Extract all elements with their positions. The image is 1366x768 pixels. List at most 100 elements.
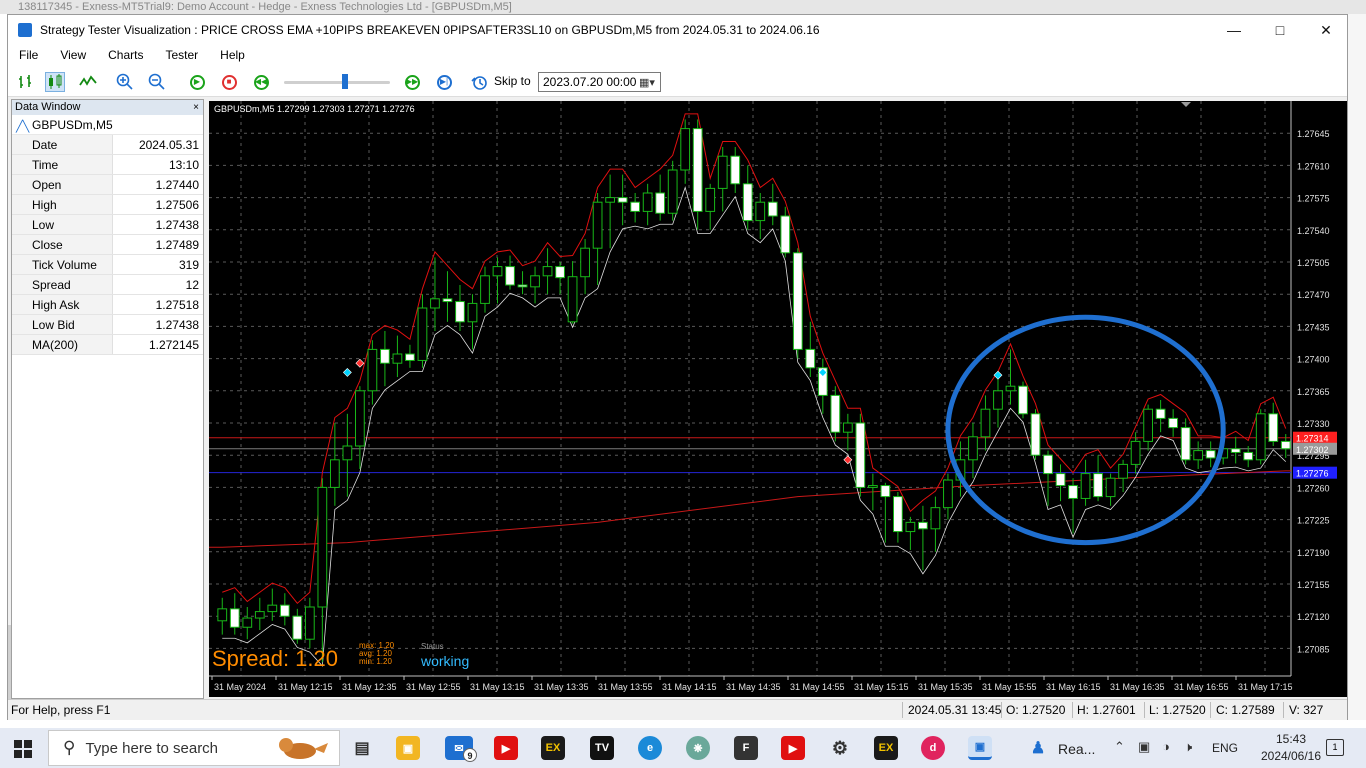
youtube-second-button[interactable]: ▶ <box>781 736 805 760</box>
slow-down-button[interactable]: ◀◀ <box>251 72 271 92</box>
x-axis-tick-label: 31 May 16:15 <box>1046 682 1101 692</box>
settings-button[interactable]: ⚙ <box>828 736 852 760</box>
candle-body <box>630 201 641 212</box>
candle-body <box>217 608 228 622</box>
y-axis-tick-label: 1.27435 <box>1297 322 1330 332</box>
chart-canvas[interactable]: 1.27645 1.27610 1.27575 1.27540 1.27505 1.274… <box>209 101 1347 697</box>
tray-volume-icon[interactable]: 🕨 <box>1184 739 1192 755</box>
x-axis-tick-label: 31 May 15:55 <box>982 682 1037 692</box>
y-axis-tick-label: 1.27610 <box>1297 161 1330 171</box>
bar-chart-button[interactable] <box>16 72 36 92</box>
speed-up-button[interactable]: ▶▶ <box>402 72 422 92</box>
reader-app-label[interactable]: Rea... <box>1058 741 1095 757</box>
candle-body <box>830 394 841 433</box>
tray-chevron-up-icon[interactable]: ⌃ <box>1114 739 1125 755</box>
zoom-in-button[interactable] <box>115 72 135 92</box>
chatgpt-button[interactable]: ❋ <box>686 736 710 760</box>
tray-network-icon[interactable]: ▣ <box>1138 739 1150 755</box>
x-axis-tick-label: 31 May 13:35 <box>534 682 589 692</box>
candle-body <box>1043 454 1053 475</box>
candle-body <box>1255 413 1266 461</box>
menu-view[interactable]: View <box>49 48 97 62</box>
data-window-symbol-row: ╱╲ GBPUSDm,M5 <box>12 115 203 135</box>
status-help-text: For Help, press F1 <box>11 703 111 717</box>
fast-forward-icon: ▶▶ <box>404 74 420 90</box>
candle-body <box>1180 427 1191 461</box>
zoom-in-icon <box>116 73 133 90</box>
price-chart[interactable]: 1.27645 1.27610 1.27575 1.27540 1.27505 1.274… <box>209 101 1347 697</box>
line-chart-button[interactable] <box>78 72 98 92</box>
play-icon: ▶ <box>189 74 205 90</box>
candle-body <box>455 301 465 323</box>
menu-tester[interactable]: Tester <box>154 48 209 62</box>
tray-wifi-icon[interactable]: ◑ <box>1162 739 1170 754</box>
data-window-value: 12 <box>185 278 199 292</box>
play-button[interactable]: ▶ <box>187 72 207 92</box>
menu-charts[interactable]: Charts <box>97 48 154 62</box>
data-window-key: High Ask <box>12 295 113 314</box>
status-bar: For Help, press F1 2024.05.31 13:45 O: 1… <box>8 699 1347 720</box>
x-axis-tick-label: 31 May 14:35 <box>726 682 781 692</box>
stop-icon: ■ <box>221 74 237 90</box>
exness-second-button[interactable]: EX <box>874 736 898 760</box>
speed-slider-track[interactable] <box>284 81 390 84</box>
app-f-button[interactable]: F <box>734 736 758 760</box>
minimize-button[interactable]: — <box>1211 15 1257 45</box>
mail-button[interactable]: ✉ 9 <box>445 736 477 762</box>
candle-body <box>705 187 716 212</box>
start-button[interactable] <box>14 740 32 758</box>
clock-time[interactable]: 15:43 <box>1264 732 1318 746</box>
maximize-button[interactable]: □ <box>1257 15 1303 45</box>
data-window-value: 1.272145 <box>148 338 199 352</box>
bar-chart-icon <box>19 75 31 88</box>
notification-center-icon[interactable]: 1 <box>1326 739 1344 756</box>
candle-chart-button[interactable] <box>45 72 65 92</box>
app-d-button[interactable]: d <box>921 736 945 760</box>
stop-button[interactable]: ■ <box>219 72 239 92</box>
task-view-button[interactable]: ▤ <box>350 736 374 760</box>
reader-app-button[interactable]: ♟ <box>1026 736 1050 760</box>
zoom-out-icon <box>148 73 165 90</box>
menu-help[interactable]: Help <box>209 48 256 62</box>
background-window-edge <box>1348 14 1366 720</box>
candle-body <box>355 390 365 447</box>
candle-body <box>1230 448 1241 453</box>
y-axis-tick-label: 1.27505 <box>1297 258 1330 268</box>
candle-body <box>505 266 515 286</box>
language-indicator[interactable]: ENG <box>1212 741 1238 755</box>
candle-body <box>1118 463 1128 479</box>
data-window-value: 1.27489 <box>155 238 199 252</box>
strategy-tester-task-button[interactable]: ▣ <box>968 736 992 760</box>
speed-slider-thumb[interactable] <box>342 74 348 89</box>
data-window-key: Low <box>12 215 113 234</box>
candle-body <box>1155 408 1166 419</box>
data-window-key: Close <box>12 235 113 254</box>
price-tag-label: 1.27302 <box>1296 445 1329 455</box>
zoom-out-button[interactable] <box>147 72 167 92</box>
x-axis-tick-label: 31 May 14:55 <box>790 682 845 692</box>
data-window-close-icon[interactable]: × <box>193 100 199 115</box>
candle-body <box>980 408 991 438</box>
candle-body <box>1105 477 1116 498</box>
exness-terminal-button[interactable]: EX <box>541 736 565 760</box>
candle-body <box>1018 385 1028 415</box>
data-window-key: High <box>12 195 113 214</box>
menu-file[interactable]: File <box>8 48 49 62</box>
strategy-tester-side-tab[interactable] <box>8 625 11 705</box>
calendar-dropdown-icon[interactable]: ▦▾ <box>639 76 655 89</box>
candle-body <box>542 266 553 277</box>
trade-marker <box>342 367 352 377</box>
candle-body <box>567 276 578 323</box>
step-forward-button[interactable]: ▶| <box>434 72 454 92</box>
status-high: H: 1.27601 <box>1077 703 1136 717</box>
youtube-button[interactable]: ▶ <box>494 736 518 760</box>
tradingview-button[interactable]: TV <box>590 736 614 760</box>
file-explorer-button[interactable]: ▣ <box>396 736 420 760</box>
skip-to-button[interactable] <box>470 72 490 92</box>
data-window-key: Tick Volume <box>12 255 113 274</box>
close-button[interactable]: ✕ <box>1303 15 1349 45</box>
edge-browser-button[interactable]: e <box>638 736 662 760</box>
clock-date[interactable]: 2024/06/16 <box>1256 749 1326 763</box>
candle-body <box>342 445 353 461</box>
candle-body <box>304 606 315 640</box>
